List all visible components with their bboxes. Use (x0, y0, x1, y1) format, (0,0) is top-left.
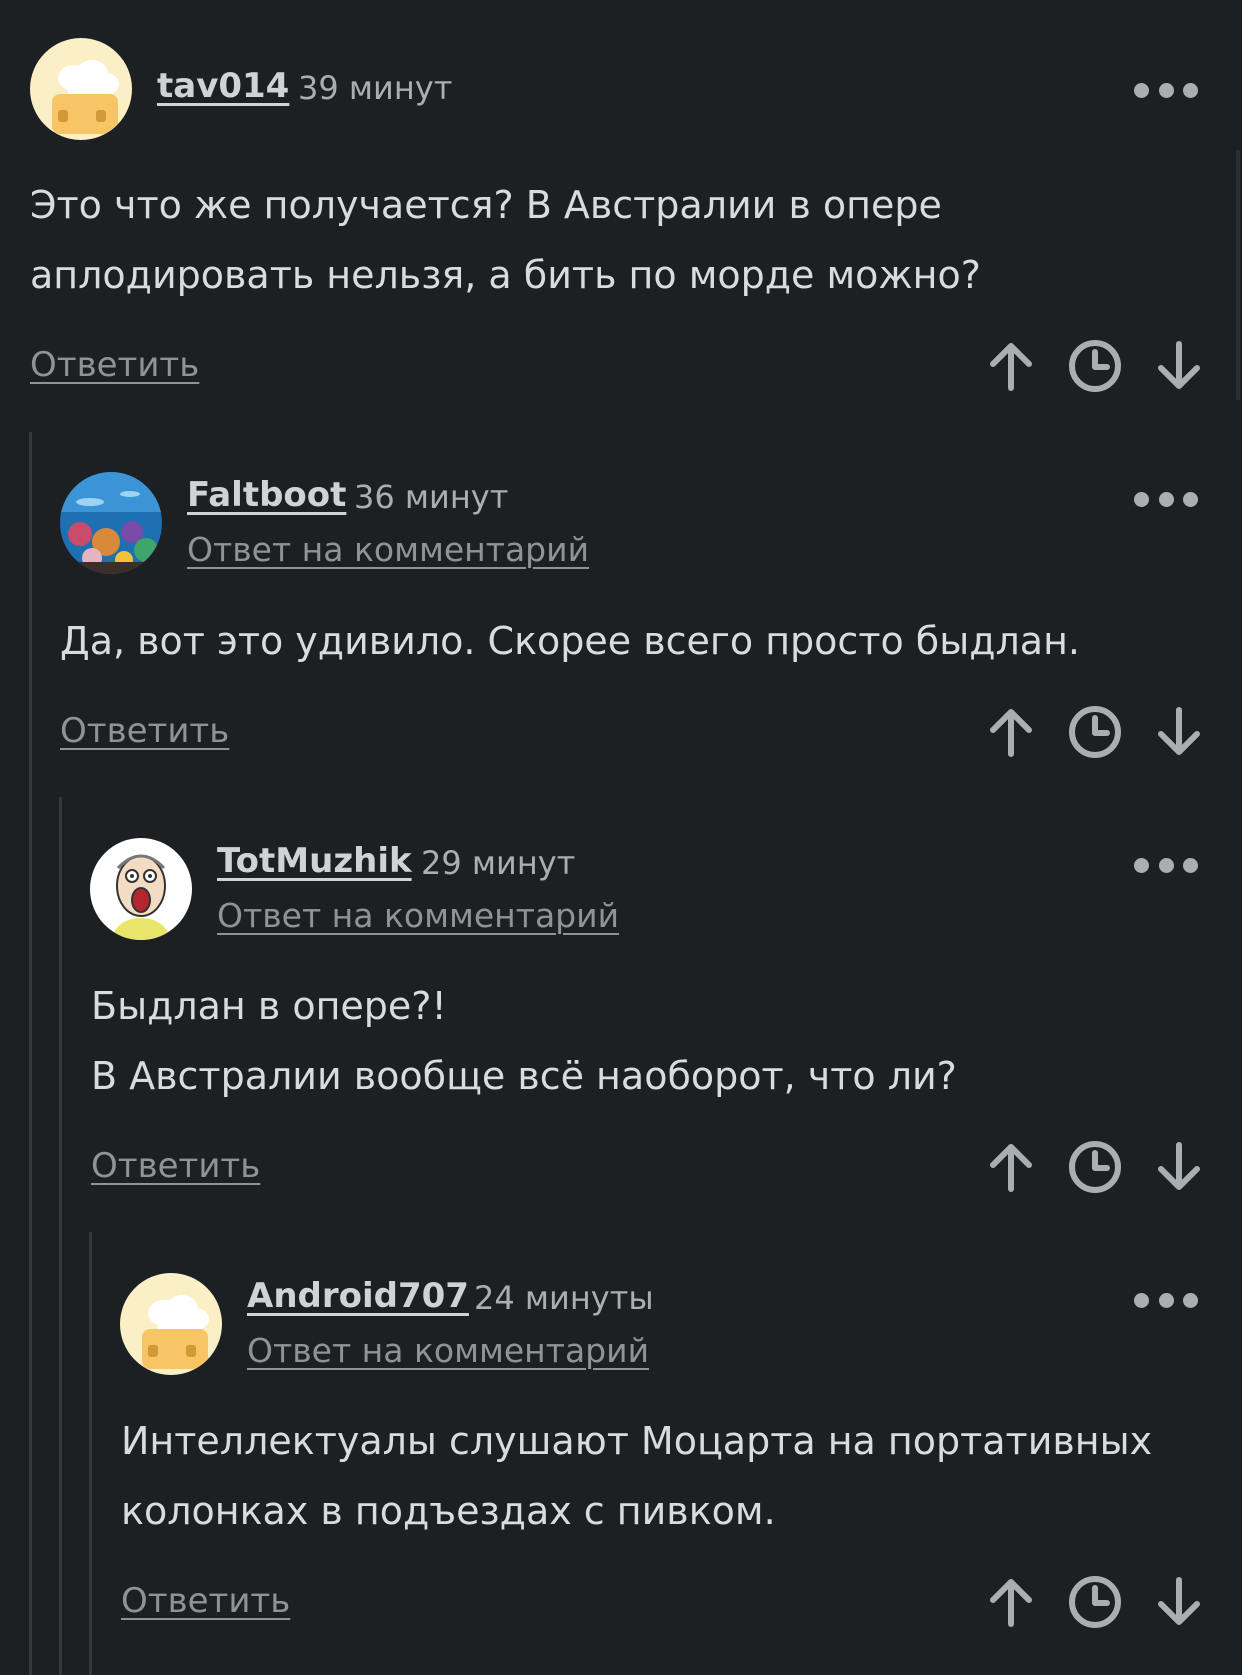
username[interactable]: tav014 (157, 66, 289, 106)
coral-reef-avatar-icon (60, 472, 162, 574)
comment-time: 24 минуты (474, 1279, 654, 1317)
arrow-up-icon[interactable] (983, 338, 1039, 394)
arrow-down-icon[interactable] (1151, 1574, 1207, 1630)
avatar[interactable] (60, 472, 162, 574)
comment-text-line: Да, вот это удивило. Скорее всего просто… (60, 619, 1080, 663)
comment-text: Да, вот это удивило. Скорее всего просто… (60, 606, 1080, 676)
arrow-up-icon[interactable] (983, 1139, 1039, 1195)
clock-icon[interactable] (1067, 338, 1123, 394)
thread-line-level-3 (89, 1232, 92, 1675)
comment-time: 36 минут (354, 478, 509, 516)
arrow-up-icon[interactable] (983, 704, 1039, 760)
username[interactable]: TotMuzhik (217, 841, 412, 881)
reply-button[interactable]: Ответить (121, 1581, 290, 1621)
cartoon-man-avatar-icon (90, 838, 192, 940)
comment-text-line: аплодировать нельзя, а бить по морде мож… (30, 253, 981, 297)
reply-to-link[interactable]: Ответ на комментарий (187, 530, 589, 569)
comment-text-line: Интеллектуалы слушают Моцарта на портати… (121, 1419, 1153, 1463)
more-dots-icon[interactable] (1134, 489, 1198, 509)
username[interactable]: Faltboot (187, 475, 346, 515)
more-dots-icon[interactable] (1134, 80, 1198, 100)
arrow-up-icon[interactable] (983, 1574, 1039, 1630)
clock-icon[interactable] (1067, 1139, 1123, 1195)
comment-text-line: Быдлан в опере?! (91, 984, 447, 1028)
arrow-down-icon[interactable] (1151, 338, 1207, 394)
scrollbar-track[interactable] (1236, 150, 1240, 400)
avatar[interactable] (90, 838, 192, 940)
comment-text: Быдлан в опере?! В Австралии вообще всё … (91, 971, 957, 1111)
avatar[interactable] (30, 38, 132, 140)
comment-text-line: Это что же получается? В Австралии в опе… (30, 183, 942, 227)
comment-text: Это что же получается? В Австралии в опе… (30, 170, 981, 310)
arrow-down-icon[interactable] (1151, 704, 1207, 760)
avatar[interactable] (120, 1273, 222, 1375)
comment-text-line: В Австралии вообще всё наоборот, что ли? (91, 1054, 957, 1098)
comment-text-line: колонках в подъездах с пивком. (121, 1489, 776, 1533)
username[interactable]: Android707 (247, 1276, 469, 1316)
more-dots-icon[interactable] (1134, 855, 1198, 875)
arrow-down-icon[interactable] (1151, 1139, 1207, 1195)
reply-button[interactable]: Ответить (30, 345, 199, 385)
clock-icon[interactable] (1067, 704, 1123, 760)
chef-hat-avatar-icon (120, 1273, 222, 1375)
comment-text: Интеллектуалы слушают Моцарта на портати… (121, 1406, 1152, 1546)
reply-button[interactable]: Ответить (91, 1146, 260, 1186)
more-dots-icon[interactable] (1134, 1290, 1198, 1310)
chef-hat-avatar-icon (30, 38, 132, 140)
reply-to-link[interactable]: Ответ на комментарий (217, 896, 619, 935)
comment-time: 29 минут (421, 844, 576, 882)
reply-button[interactable]: Ответить (60, 711, 229, 751)
clock-icon[interactable] (1067, 1574, 1123, 1630)
reply-to-link[interactable]: Ответ на комментарий (247, 1331, 649, 1370)
thread-line-level-1 (29, 432, 32, 1675)
comment-time: 39 минут (298, 69, 453, 107)
thread-line-level-2 (59, 797, 62, 1675)
